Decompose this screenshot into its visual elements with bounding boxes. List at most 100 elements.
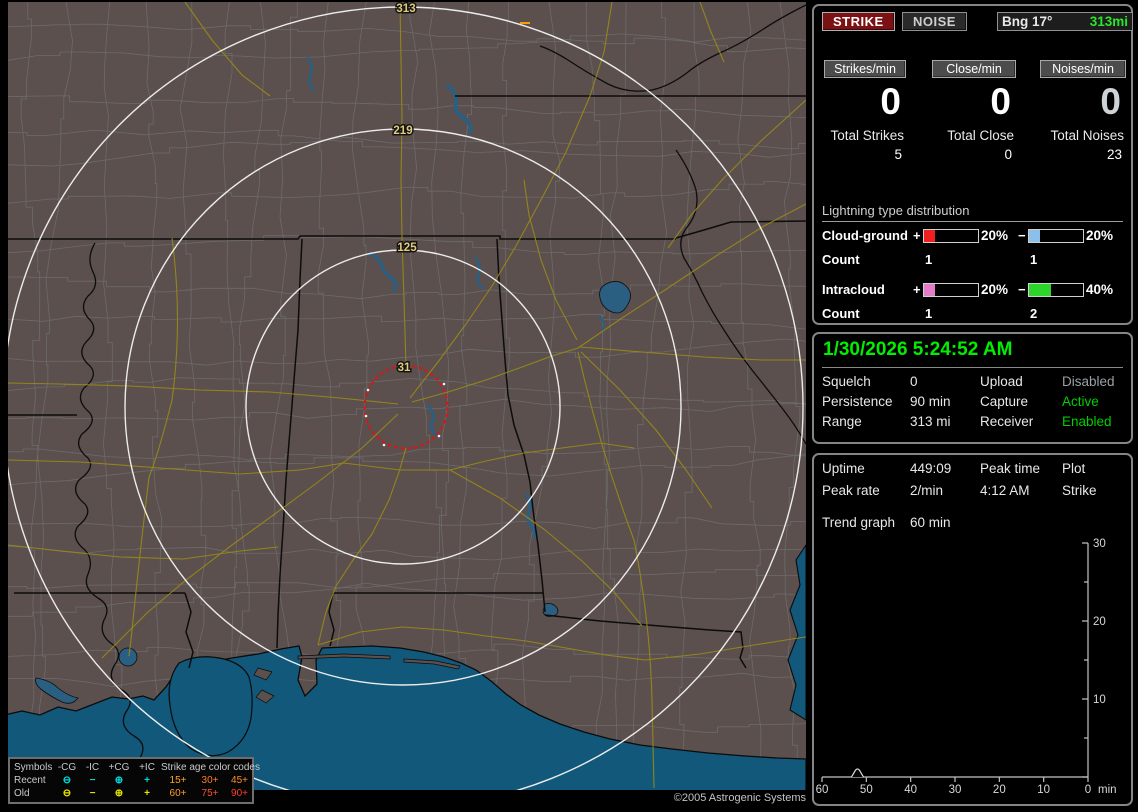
range-label: Range bbox=[822, 414, 862, 429]
ic-positive-bar-fill bbox=[924, 284, 935, 296]
trend-graph-window: 60 min bbox=[910, 515, 951, 530]
trend-graph: 30 20 10 60 50 40 30 20 10 0 min bbox=[816, 538, 1117, 796]
datetime-display: 1/30/2026 5:24:52 AM bbox=[823, 339, 1013, 360]
bearing-range-value: 313mi bbox=[1089, 14, 1128, 29]
trend-row: Trend graph 60 min bbox=[814, 515, 1131, 535]
legend-col-pos-cg: +CG bbox=[108, 762, 130, 773]
bearing-label: Bng 17° bbox=[1002, 14, 1053, 29]
peak-time-label: Peak time bbox=[980, 461, 1041, 476]
minus-sign: − bbox=[1018, 228, 1026, 243]
distribution-title: Lightning type distribution bbox=[822, 203, 1123, 222]
age-15: 15+ bbox=[169, 775, 187, 786]
squelch-value: 0 bbox=[910, 374, 918, 389]
ring-label-31: 31 bbox=[398, 362, 411, 374]
ic-positive-bar bbox=[923, 283, 979, 297]
legend-col-pos-ic: +IC bbox=[139, 762, 155, 773]
minus-sign: − bbox=[1018, 282, 1026, 297]
noises-per-min-button[interactable]: Noises/min bbox=[1040, 60, 1126, 78]
ring-label-219: 219 bbox=[393, 125, 412, 137]
svg-text:20: 20 bbox=[1093, 616, 1106, 628]
copyright-text: ©2005 Astrogenic Systems bbox=[673, 792, 806, 804]
upload-status: Disabled bbox=[1062, 374, 1115, 389]
status-panel: 1/30/2026 5:24:52 AM Squelch 0 Upload Di… bbox=[812, 332, 1133, 444]
pos-cg-recent-icon: ⊕ bbox=[114, 775, 124, 786]
ic-negative-bar bbox=[1028, 283, 1084, 297]
plus-sign: + bbox=[913, 282, 921, 297]
range-value: 313 mi bbox=[910, 414, 951, 429]
ic-negative-bar-fill bbox=[1029, 284, 1051, 296]
cloud-ground-row: Cloud-ground + 20% − 20% bbox=[814, 228, 1131, 245]
svg-text:20: 20 bbox=[993, 784, 1006, 796]
legend-symbols-header: Symbols bbox=[14, 762, 53, 773]
legend-old-label: Old bbox=[14, 788, 30, 799]
trend-graph-label: Trend graph bbox=[822, 515, 896, 530]
lightning-monitor-app: 313 219 125 31 Symbols -CG -IC +CG +IC S… bbox=[0, 0, 1138, 812]
cg-negative-pct: 20% bbox=[1086, 228, 1114, 243]
status-row: Persistence 90 min Capture Active bbox=[814, 394, 1131, 414]
strikes-per-min-value: 0 bbox=[880, 81, 901, 122]
svg-text:0: 0 bbox=[1085, 784, 1091, 796]
bearing-range-display: Bng 17° 313mi bbox=[997, 12, 1133, 31]
svg-text:30: 30 bbox=[1093, 538, 1106, 550]
cg-positive-bar-fill bbox=[924, 230, 935, 242]
cg-negative-bar-fill bbox=[1029, 230, 1040, 242]
cg-negative-bar bbox=[1028, 229, 1084, 243]
capture-label: Capture bbox=[980, 394, 1029, 409]
receiver-status: Enabled bbox=[1062, 414, 1112, 429]
total-noises-value: 23 bbox=[1106, 147, 1122, 162]
ring-label-125: 125 bbox=[397, 242, 417, 254]
status-row: Squelch 0 Upload Disabled bbox=[814, 374, 1131, 394]
intracloud-count-row: Count 1 2 bbox=[814, 306, 1131, 323]
ic-negative-pct: 40% bbox=[1086, 282, 1114, 297]
cloud-ground-count-row: Count 1 1 bbox=[814, 252, 1131, 269]
svg-text:10: 10 bbox=[1093, 694, 1106, 706]
legend-col-neg-ic: -IC bbox=[85, 762, 100, 773]
pos-ic-recent-icon: + bbox=[144, 775, 150, 786]
ring-label-313: 313 bbox=[396, 3, 415, 15]
map-legend: Symbols -CG -IC +CG +IC Strike age color… bbox=[8, 757, 260, 804]
total-close-value: 0 bbox=[1004, 147, 1012, 162]
cloud-ground-label: Cloud-ground bbox=[822, 228, 908, 243]
intracloud-label: Intracloud bbox=[822, 282, 885, 297]
legend-col-neg-cg: -CG bbox=[57, 762, 77, 773]
stats-row: Peak rate 2/min 4:12 AM Strike bbox=[814, 483, 1131, 503]
total-noises-label: Total Noises bbox=[1050, 128, 1124, 143]
peak-rate-value: 2/min bbox=[910, 483, 944, 498]
close-per-min-button[interactable]: Close/min bbox=[932, 60, 1016, 78]
upload-label: Upload bbox=[980, 374, 1023, 389]
total-close-label: Total Close bbox=[947, 128, 1014, 143]
ic-positive-count: 1 bbox=[925, 306, 933, 321]
status-row: Range 313 mi Receiver Enabled bbox=[814, 414, 1131, 434]
svg-text:60: 60 bbox=[816, 784, 829, 796]
plot-mode-value: Strike bbox=[1062, 483, 1097, 498]
lightning-map[interactable]: 313 219 125 31 bbox=[8, 2, 806, 790]
strikes-per-min-button[interactable]: Strikes/min bbox=[824, 60, 906, 78]
cg-positive-count: 1 bbox=[925, 252, 933, 267]
neg-cg-recent-icon: ⊖ bbox=[62, 775, 72, 786]
legend-recent-label: Recent bbox=[14, 775, 46, 786]
age-30: 30+ bbox=[201, 775, 219, 786]
plot-label: Plot bbox=[1062, 461, 1086, 476]
noise-button[interactable]: NOISE bbox=[902, 12, 967, 31]
uptime-value: 449:09 bbox=[910, 461, 952, 476]
strikes-counter: Strikes/min 0 Total Strikes 5 bbox=[824, 60, 906, 162]
age-60: 60+ bbox=[169, 788, 187, 799]
uptime-label: Uptime bbox=[822, 461, 865, 476]
persistence-label: Persistence bbox=[822, 394, 893, 409]
age-75: 75+ bbox=[201, 788, 219, 799]
cg-negative-count: 1 bbox=[1030, 252, 1038, 267]
peak-time-value: 4:12 AM bbox=[980, 483, 1030, 498]
cg-positive-pct: 20% bbox=[981, 228, 1009, 243]
capture-status: Active bbox=[1062, 394, 1099, 409]
strike-button[interactable]: STRIKE bbox=[822, 12, 895, 31]
counters-panel: STRIKE NOISE Bng 17° 313mi Strikes/min 0… bbox=[812, 4, 1133, 325]
legend-age-header: Strike age color codes bbox=[161, 762, 260, 773]
stats-row: Uptime 449:09 Peak time Plot bbox=[814, 461, 1131, 481]
svg-text:10: 10 bbox=[1037, 784, 1050, 796]
count-label: Count bbox=[822, 252, 860, 267]
svg-text:min: min bbox=[1098, 784, 1117, 796]
total-strikes-label: Total Strikes bbox=[830, 128, 904, 143]
plus-sign: + bbox=[913, 228, 921, 243]
ic-negative-count: 2 bbox=[1030, 306, 1038, 321]
pos-cg-old-icon: ⊕ bbox=[114, 788, 124, 799]
